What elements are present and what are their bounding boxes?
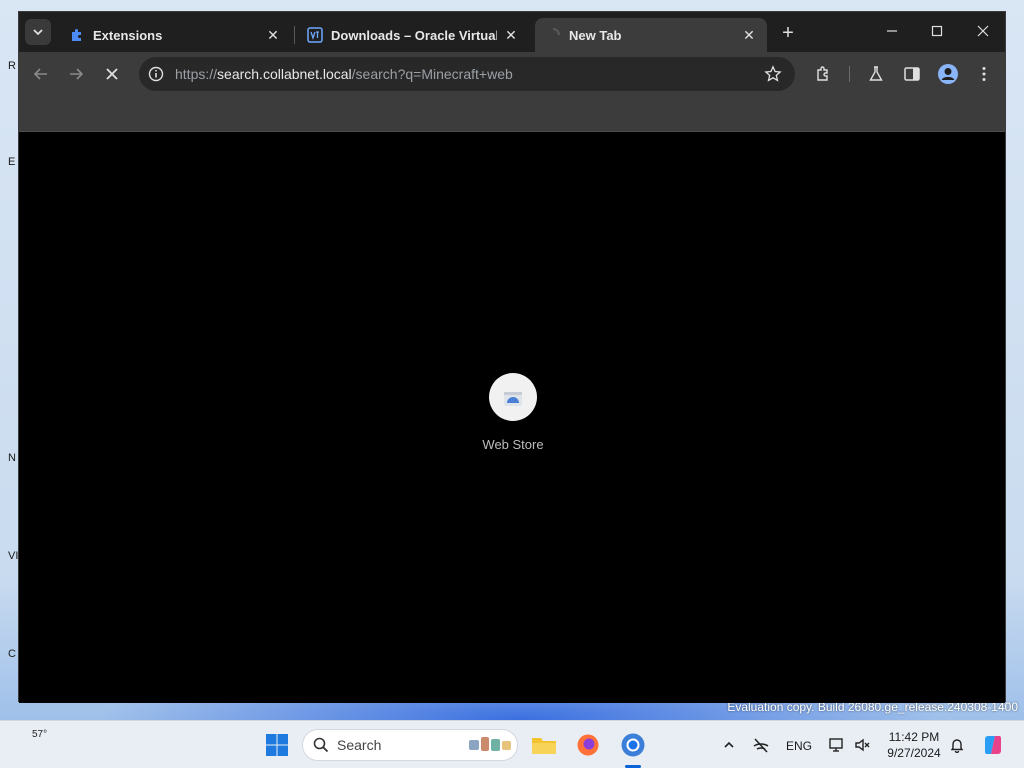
browser-window: Extensions ✕ Downloads – Oracle VirtualB… — [18, 11, 1006, 703]
maximize-button[interactable] — [923, 20, 951, 42]
bookmark-star-icon[interactable] — [763, 64, 783, 84]
file-explorer-button[interactable] — [528, 729, 560, 761]
close-icon[interactable]: ✕ — [741, 27, 757, 43]
firefox-button[interactable] — [572, 729, 604, 761]
tab-title: Downloads – Oracle VirtualBox — [331, 27, 497, 43]
weather-temp: 57° — [32, 729, 48, 740]
avatar-icon — [938, 64, 958, 84]
tab-strip: Extensions ✕ Downloads – Oracle VirtualB… — [19, 12, 1005, 52]
puzzle-icon — [817, 66, 828, 81]
tab-search-button[interactable] — [25, 19, 51, 45]
menu-button[interactable] — [972, 62, 996, 86]
start-button[interactable] — [261, 729, 293, 761]
clock-time: 11:42 PM — [888, 730, 940, 744]
search-icon — [313, 737, 329, 753]
tab-title: Extensions — [93, 27, 163, 43]
volume-mute-icon — [855, 738, 870, 752]
notifications-button[interactable] — [941, 729, 973, 761]
close-icon[interactable]: ✕ — [265, 27, 281, 43]
taskbar-clock[interactable]: 11:42 PM 9/27/2024 — [882, 729, 946, 761]
copilot-icon — [985, 736, 1001, 754]
shortcut-web-store[interactable]: Web Store — [473, 373, 553, 452]
folder-icon — [532, 738, 556, 754]
close-icon — [977, 25, 989, 37]
close-icon[interactable]: ✕ — [503, 27, 519, 43]
arrow-left-icon — [33, 68, 47, 80]
monitor-icon — [829, 738, 843, 752]
loading-icon — [545, 27, 561, 43]
url-text[interactable]: https://search.collabnet.local/search?q=… — [175, 66, 513, 82]
desktop-icon[interactable]: C — [8, 648, 16, 660]
chevron-down-icon — [33, 29, 43, 36]
side-panel-button[interactable] — [900, 62, 924, 86]
arrow-right-icon — [70, 68, 84, 80]
puzzle-icon — [69, 27, 85, 43]
weather-widget[interactable]: 57° — [18, 727, 58, 763]
back-button[interactable] — [29, 62, 53, 86]
extensions-button[interactable] — [812, 62, 836, 86]
bell-icon — [950, 739, 964, 753]
search-placeholder: Search — [337, 737, 382, 753]
minimize-icon — [887, 30, 897, 32]
shortcut-label: Web Store — [482, 437, 544, 452]
maximize-icon — [931, 25, 943, 37]
taskbar-search[interactable]: Search — [302, 729, 518, 761]
windows-logo-icon — [266, 734, 288, 756]
close-window-button[interactable] — [969, 20, 997, 42]
search-highlight-icon — [469, 737, 511, 751]
new-tab-button[interactable]: + — [777, 22, 799, 44]
clock-date: 9/27/2024 — [887, 746, 941, 760]
weather-sun-icon — [20, 742, 39, 755]
url-path: /search?q=Minecraft+web — [351, 66, 513, 82]
system-settings-button[interactable] — [847, 729, 879, 761]
side-panel-icon — [904, 67, 920, 81]
toolbar-separator — [849, 66, 850, 82]
firefox-icon — [577, 734, 599, 756]
tray-overflow-button[interactable] — [713, 729, 745, 761]
info-icon[interactable] — [147, 65, 165, 83]
language-indicator[interactable]: ENG — [786, 739, 812, 753]
url-host: search.collabnet.local — [217, 66, 352, 82]
more-vert-icon — [982, 67, 986, 81]
plus-icon: + — [782, 21, 794, 44]
browser-toolbar: https://search.collabnet.local/search?q=… — [19, 52, 1005, 96]
chrome-icon — [621, 733, 645, 757]
tab-separator — [294, 26, 295, 44]
tab-extensions[interactable]: Extensions ✕ — [59, 18, 291, 52]
forward-button[interactable] — [64, 62, 88, 86]
desktop-icon[interactable]: E — [8, 156, 15, 168]
tab-title: New Tab — [569, 27, 622, 43]
virtualbox-icon — [307, 27, 323, 43]
desktop-icon[interactable]: VI — [8, 550, 18, 562]
profile-button[interactable] — [936, 62, 960, 86]
page-content: Web Store — [19, 133, 1005, 703]
network-button[interactable] — [745, 729, 777, 761]
webstore-icon — [489, 373, 537, 421]
bookmarks-bar — [19, 96, 1005, 132]
url-scheme: https:// — [175, 66, 218, 82]
copilot-button[interactable] — [977, 729, 1009, 761]
labs-button[interactable] — [864, 62, 888, 86]
close-icon — [106, 68, 118, 80]
flask-icon — [869, 66, 883, 81]
desktop-icon[interactable]: N — [8, 452, 16, 464]
network-disconnected-icon — [753, 738, 769, 753]
tab-downloads-virtualbox[interactable]: Downloads – Oracle VirtualBox ✕ — [297, 18, 529, 52]
desktop-icon[interactable]: R — [8, 60, 16, 72]
chevron-up-icon — [724, 741, 734, 748]
address-bar[interactable]: https://search.collabnet.local/search?q=… — [139, 57, 795, 91]
stop-loading-button[interactable] — [100, 62, 124, 86]
minimize-button[interactable] — [878, 20, 906, 42]
tab-new-tab[interactable]: New Tab ✕ — [535, 18, 767, 52]
chrome-button[interactable] — [617, 729, 649, 761]
taskbar: 57° Search ENG 11:42 PM 9/27/2024 — [0, 720, 1024, 768]
